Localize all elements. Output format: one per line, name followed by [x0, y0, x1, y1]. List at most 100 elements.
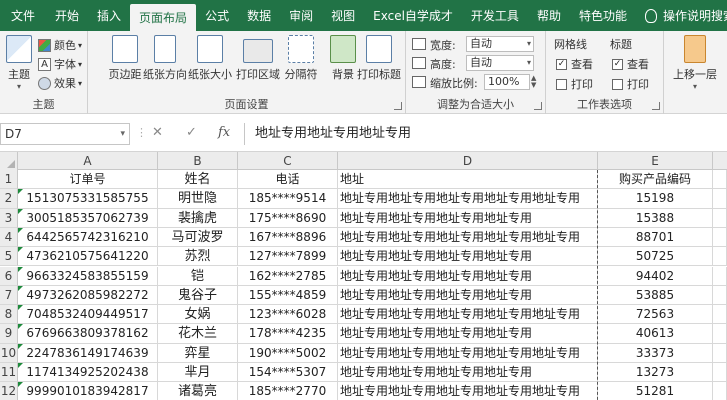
cell-phone[interactable]: 154****5307: [238, 363, 338, 383]
cell-phone[interactable]: 178****4235: [238, 324, 338, 344]
cell-product-code[interactable]: 33373: [598, 343, 713, 363]
sheet-options-launcher-icon[interactable]: [652, 102, 660, 110]
cell-order-id[interactable]: 4736210575641220: [18, 247, 158, 267]
cell-product-code[interactable]: 88701: [598, 227, 713, 248]
cell-name[interactable]: 明世隐: [158, 189, 238, 209]
formula-bar-splitter-icon[interactable]: ⋮: [136, 126, 147, 139]
orientation-button[interactable]: 纸张方向: [142, 35, 188, 82]
cell-phone[interactable]: 185****2770: [238, 382, 338, 400]
cell-order-id[interactable]: 6442565742316210: [18, 227, 158, 248]
cell-phone[interactable]: 155****4859: [238, 285, 338, 306]
row-header[interactable]: 8: [0, 305, 18, 325]
cell-product-code[interactable]: 40613: [598, 324, 713, 344]
cell-empty[interactable]: [713, 305, 727, 325]
breaks-button[interactable]: 分隔符: [278, 35, 324, 82]
cell-phone[interactable]: 175****8690: [238, 208, 338, 228]
row-header[interactable]: 7: [0, 285, 18, 306]
print-titles-button[interactable]: 打印标题: [356, 35, 402, 82]
cancel-icon[interactable]: ✕: [152, 125, 163, 140]
enter-icon[interactable]: ✓: [186, 125, 197, 140]
column-header-e[interactable]: E: [598, 152, 713, 170]
cell-address[interactable]: 地址: [338, 170, 598, 190]
cell-product-code[interactable]: 50725: [598, 247, 713, 267]
headings-view-checkbox[interactable]: ✓ 查看: [612, 56, 649, 72]
cell-product-code[interactable]: 13273: [598, 363, 713, 383]
tab-data[interactable]: 数据: [238, 0, 280, 31]
cell-phone[interactable]: 185****9514: [238, 189, 338, 209]
column-header-a[interactable]: A: [18, 152, 158, 170]
cell-order-id[interactable]: 订单号: [18, 170, 158, 190]
cell-phone[interactable]: 127****7899: [238, 247, 338, 267]
tab-developer[interactable]: 开发工具: [462, 0, 528, 31]
cell-phone[interactable]: 190****5002: [238, 343, 338, 363]
name-box[interactable]: D7 ▾: [0, 123, 130, 145]
cell-product-code[interactable]: 15388: [598, 208, 713, 228]
cell-empty[interactable]: [713, 363, 727, 383]
theme-fonts-button[interactable]: A 字体 ▾: [38, 56, 82, 72]
row-header[interactable]: 12: [0, 382, 18, 400]
bring-forward-button[interactable]: 上移一层 ▾: [666, 35, 724, 91]
cell-address[interactable]: 地址专用地址专用地址专用地址专用地址专用: [338, 305, 598, 325]
row-header[interactable]: 4: [0, 227, 18, 248]
cell-empty[interactable]: [713, 227, 727, 248]
cell-product-code[interactable]: 51281: [598, 382, 713, 400]
height-dropdown[interactable]: 自动 ▾: [466, 55, 534, 71]
cell-empty[interactable]: [713, 208, 727, 228]
tab-insert[interactable]: 插入: [88, 0, 130, 31]
cell-name[interactable]: 弈星: [158, 343, 238, 363]
cell-address[interactable]: 地址专用地址专用地址专用地址专用地址专用: [338, 227, 598, 248]
select-all-button[interactable]: [0, 152, 18, 170]
width-dropdown[interactable]: 自动 ▾: [466, 36, 534, 52]
column-header-d[interactable]: D: [338, 152, 598, 170]
cell-name[interactable]: 鬼谷子: [158, 285, 238, 306]
cell-phone[interactable]: 167****8896: [238, 227, 338, 248]
gridlines-print-checkbox[interactable]: 打印: [556, 76, 593, 92]
cell-empty[interactable]: [713, 285, 727, 306]
cell-empty[interactable]: [713, 343, 727, 363]
cell-address[interactable]: 地址专用地址专用地址专用地址专用地址专用: [338, 382, 598, 400]
cell-address[interactable]: 地址专用地址专用地址专用地址专用: [338, 208, 598, 228]
cell-name[interactable]: 芈月: [158, 363, 238, 383]
column-header-c[interactable]: C: [238, 152, 338, 170]
cell-name[interactable]: 花木兰: [158, 324, 238, 344]
page-setup-launcher-icon[interactable]: [394, 102, 402, 110]
tab-formulas[interactable]: 公式: [196, 0, 238, 31]
cell-name[interactable]: 铠: [158, 266, 238, 286]
cell-order-id[interactable]: 4973262085982272: [18, 285, 158, 306]
row-header[interactable]: 2: [0, 189, 18, 209]
cell-empty[interactable]: [713, 324, 727, 344]
cell-phone[interactable]: 123****6028: [238, 305, 338, 325]
tell-me-search[interactable]: 操作说明搜索: [636, 0, 727, 31]
column-header-b[interactable]: B: [158, 152, 238, 170]
cell-empty[interactable]: [713, 170, 727, 190]
cell-product-code[interactable]: 94402: [598, 266, 713, 286]
row-header[interactable]: 1: [0, 170, 18, 190]
cell-address[interactable]: 地址专用地址专用地址专用地址专用地址专用: [338, 343, 598, 363]
cell-product-code[interactable]: 15198: [598, 189, 713, 209]
cell-empty[interactable]: [713, 266, 727, 286]
cell-phone[interactable]: 电话: [238, 170, 338, 190]
theme-colors-button[interactable]: 颜色 ▾: [38, 37, 82, 53]
tab-excel-self-study[interactable]: Excel自学成才: [364, 0, 462, 31]
cell-order-id[interactable]: 2247836149174639: [18, 343, 158, 363]
theme-effects-button[interactable]: 效果 ▾: [38, 75, 82, 91]
row-header[interactable]: 6: [0, 266, 18, 286]
cell-order-id[interactable]: 1513075331585755: [18, 189, 158, 209]
cell-address[interactable]: 地址专用地址专用地址专用地址专用: [338, 247, 598, 267]
row-header[interactable]: 9: [0, 324, 18, 344]
tab-review[interactable]: 审阅: [280, 0, 322, 31]
cell-product-code[interactable]: 53885: [598, 285, 713, 306]
insert-function-icon[interactable]: fx: [218, 125, 230, 140]
cell-empty[interactable]: [713, 189, 727, 209]
cell-phone[interactable]: 162****2785: [238, 266, 338, 286]
row-header[interactable]: 3: [0, 208, 18, 228]
row-header[interactable]: 10: [0, 343, 18, 363]
headings-print-checkbox[interactable]: 打印: [612, 76, 649, 92]
size-button[interactable]: 纸张大小: [187, 35, 233, 82]
cell-order-id[interactable]: 9999010183942817: [18, 382, 158, 400]
cell-address[interactable]: 地址专用地址专用地址专用地址专用: [338, 285, 598, 306]
cell-product-code[interactable]: 购买产品编码: [598, 170, 713, 190]
cell-address[interactable]: 地址专用地址专用地址专用地址专用: [338, 324, 598, 344]
cell-empty[interactable]: [713, 247, 727, 267]
row-header[interactable]: 11: [0, 363, 18, 383]
